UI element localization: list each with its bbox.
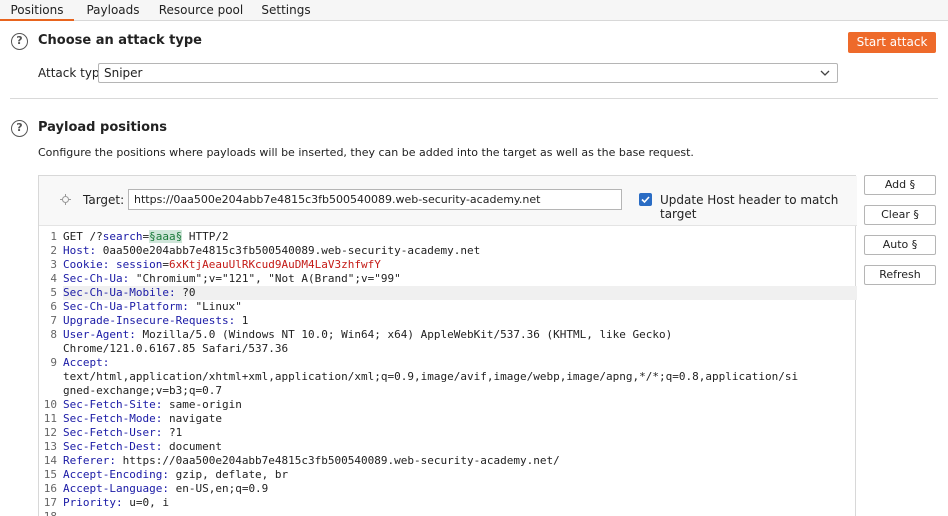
request-line: 11 Sec-Fetch-Mode: navigate — [43, 412, 222, 425]
refresh-button[interactable]: Refresh — [864, 265, 936, 285]
attack-type-title: Choose an attack type — [38, 33, 202, 48]
request-line: 6 Sec-Ch-Ua-Platform: "Linux" — [50, 300, 242, 313]
request-line: 15 Accept-Encoding: gzip, deflate, br — [43, 468, 289, 481]
request-line: 13 Sec-Fetch-Dest: document — [43, 440, 222, 453]
payload-marker: §aaa§ — [149, 230, 183, 243]
request-editor: Target: https://0aa500e204abb7e4815c3fb5… — [38, 175, 857, 516]
help-icon[interactable]: ? — [11, 120, 28, 137]
request-line: 14 Referer: https://0aa500e204abb7e4815c3… — [43, 454, 560, 467]
target-input[interactable]: https://0aa500e204abb7e4815c3fb500540089… — [128, 189, 622, 210]
request-line-wrap: text/html,application/xhtml+xml,applicat… — [63, 370, 799, 383]
request-line: 17 Priority: u=0, i — [43, 496, 169, 509]
update-host-checkbox[interactable] — [639, 193, 652, 206]
request-line: 7 Upgrade-Insecure-Requests: 1 — [50, 314, 249, 327]
request-line: 9 Accept: — [50, 356, 110, 369]
request-line: 10 Sec-Fetch-Site: same-origin — [43, 398, 242, 411]
start-attack-button[interactable]: Start attack — [848, 32, 936, 53]
request-text[interactable]: 1 GET /?search=§aaa§ HTTP/2 2 Host: 0aa500… — [39, 230, 857, 516]
checkmark-icon — [641, 196, 650, 204]
add-marker-button[interactable]: Add § — [864, 175, 936, 195]
target-label: Target: — [83, 193, 125, 207]
request-line: 2 Host: 0aa500e204abb7e4815c3fb500540089.… — [50, 244, 481, 257]
help-icon[interactable]: ? — [11, 33, 28, 50]
request-line: 1 GET /?search=§aaa§ HTTP/2 — [50, 230, 229, 243]
tab-payloads[interactable]: Payloads — [79, 0, 147, 21]
tab-bar: Positions Payloads Resource pool Setting… — [0, 0, 948, 21]
payload-positions-description: Configure the positions where payloads w… — [38, 146, 694, 159]
clear-markers-button[interactable]: Clear § — [864, 205, 936, 225]
tab-settings[interactable]: Settings — [257, 0, 315, 21]
request-line: 4 Sec-Ch-Ua: "Chromium";v="121", "Not A(B… — [50, 272, 401, 285]
payload-positions-title: Payload positions — [38, 120, 168, 135]
update-host-label: Update Host header to match target — [660, 193, 839, 221]
attack-type-select[interactable]: Sniper — [98, 63, 838, 83]
request-line: 18 — [39, 510, 857, 516]
attack-type-value: Sniper — [104, 66, 143, 80]
tab-resource-pool[interactable]: Resource pool — [158, 0, 244, 21]
tab-positions[interactable]: Positions — [0, 0, 74, 21]
target-row: Target: https://0aa500e204abb7e4815c3fb5… — [39, 176, 857, 226]
auto-markers-button[interactable]: Auto § — [864, 235, 936, 255]
request-line-wrap: Chrome/121.0.6167.85 Safari/537.36 — [63, 342, 289, 355]
request-line-highlighted: 5 Sec-Ch-Ua-Mobile: ?0 — [39, 286, 857, 300]
request-line: 8 User-Agent: Mozilla/5.0 (Windows NT 10.… — [50, 328, 673, 341]
request-line: 12 Sec-Fetch-User: ?1 — [43, 426, 183, 439]
request-line: 3 Cookie: session=6xKtjAeauUlRKcud9AuDM4L… — [50, 258, 381, 271]
chevron-down-icon — [820, 70, 830, 76]
request-line-wrap: gned-exchange;v=b3;q=0.7 — [63, 384, 222, 397]
crosshair-icon — [60, 194, 71, 205]
section-divider — [10, 98, 938, 99]
request-line: 16 Accept-Language: en-US,en;q=0.9 — [43, 482, 269, 495]
